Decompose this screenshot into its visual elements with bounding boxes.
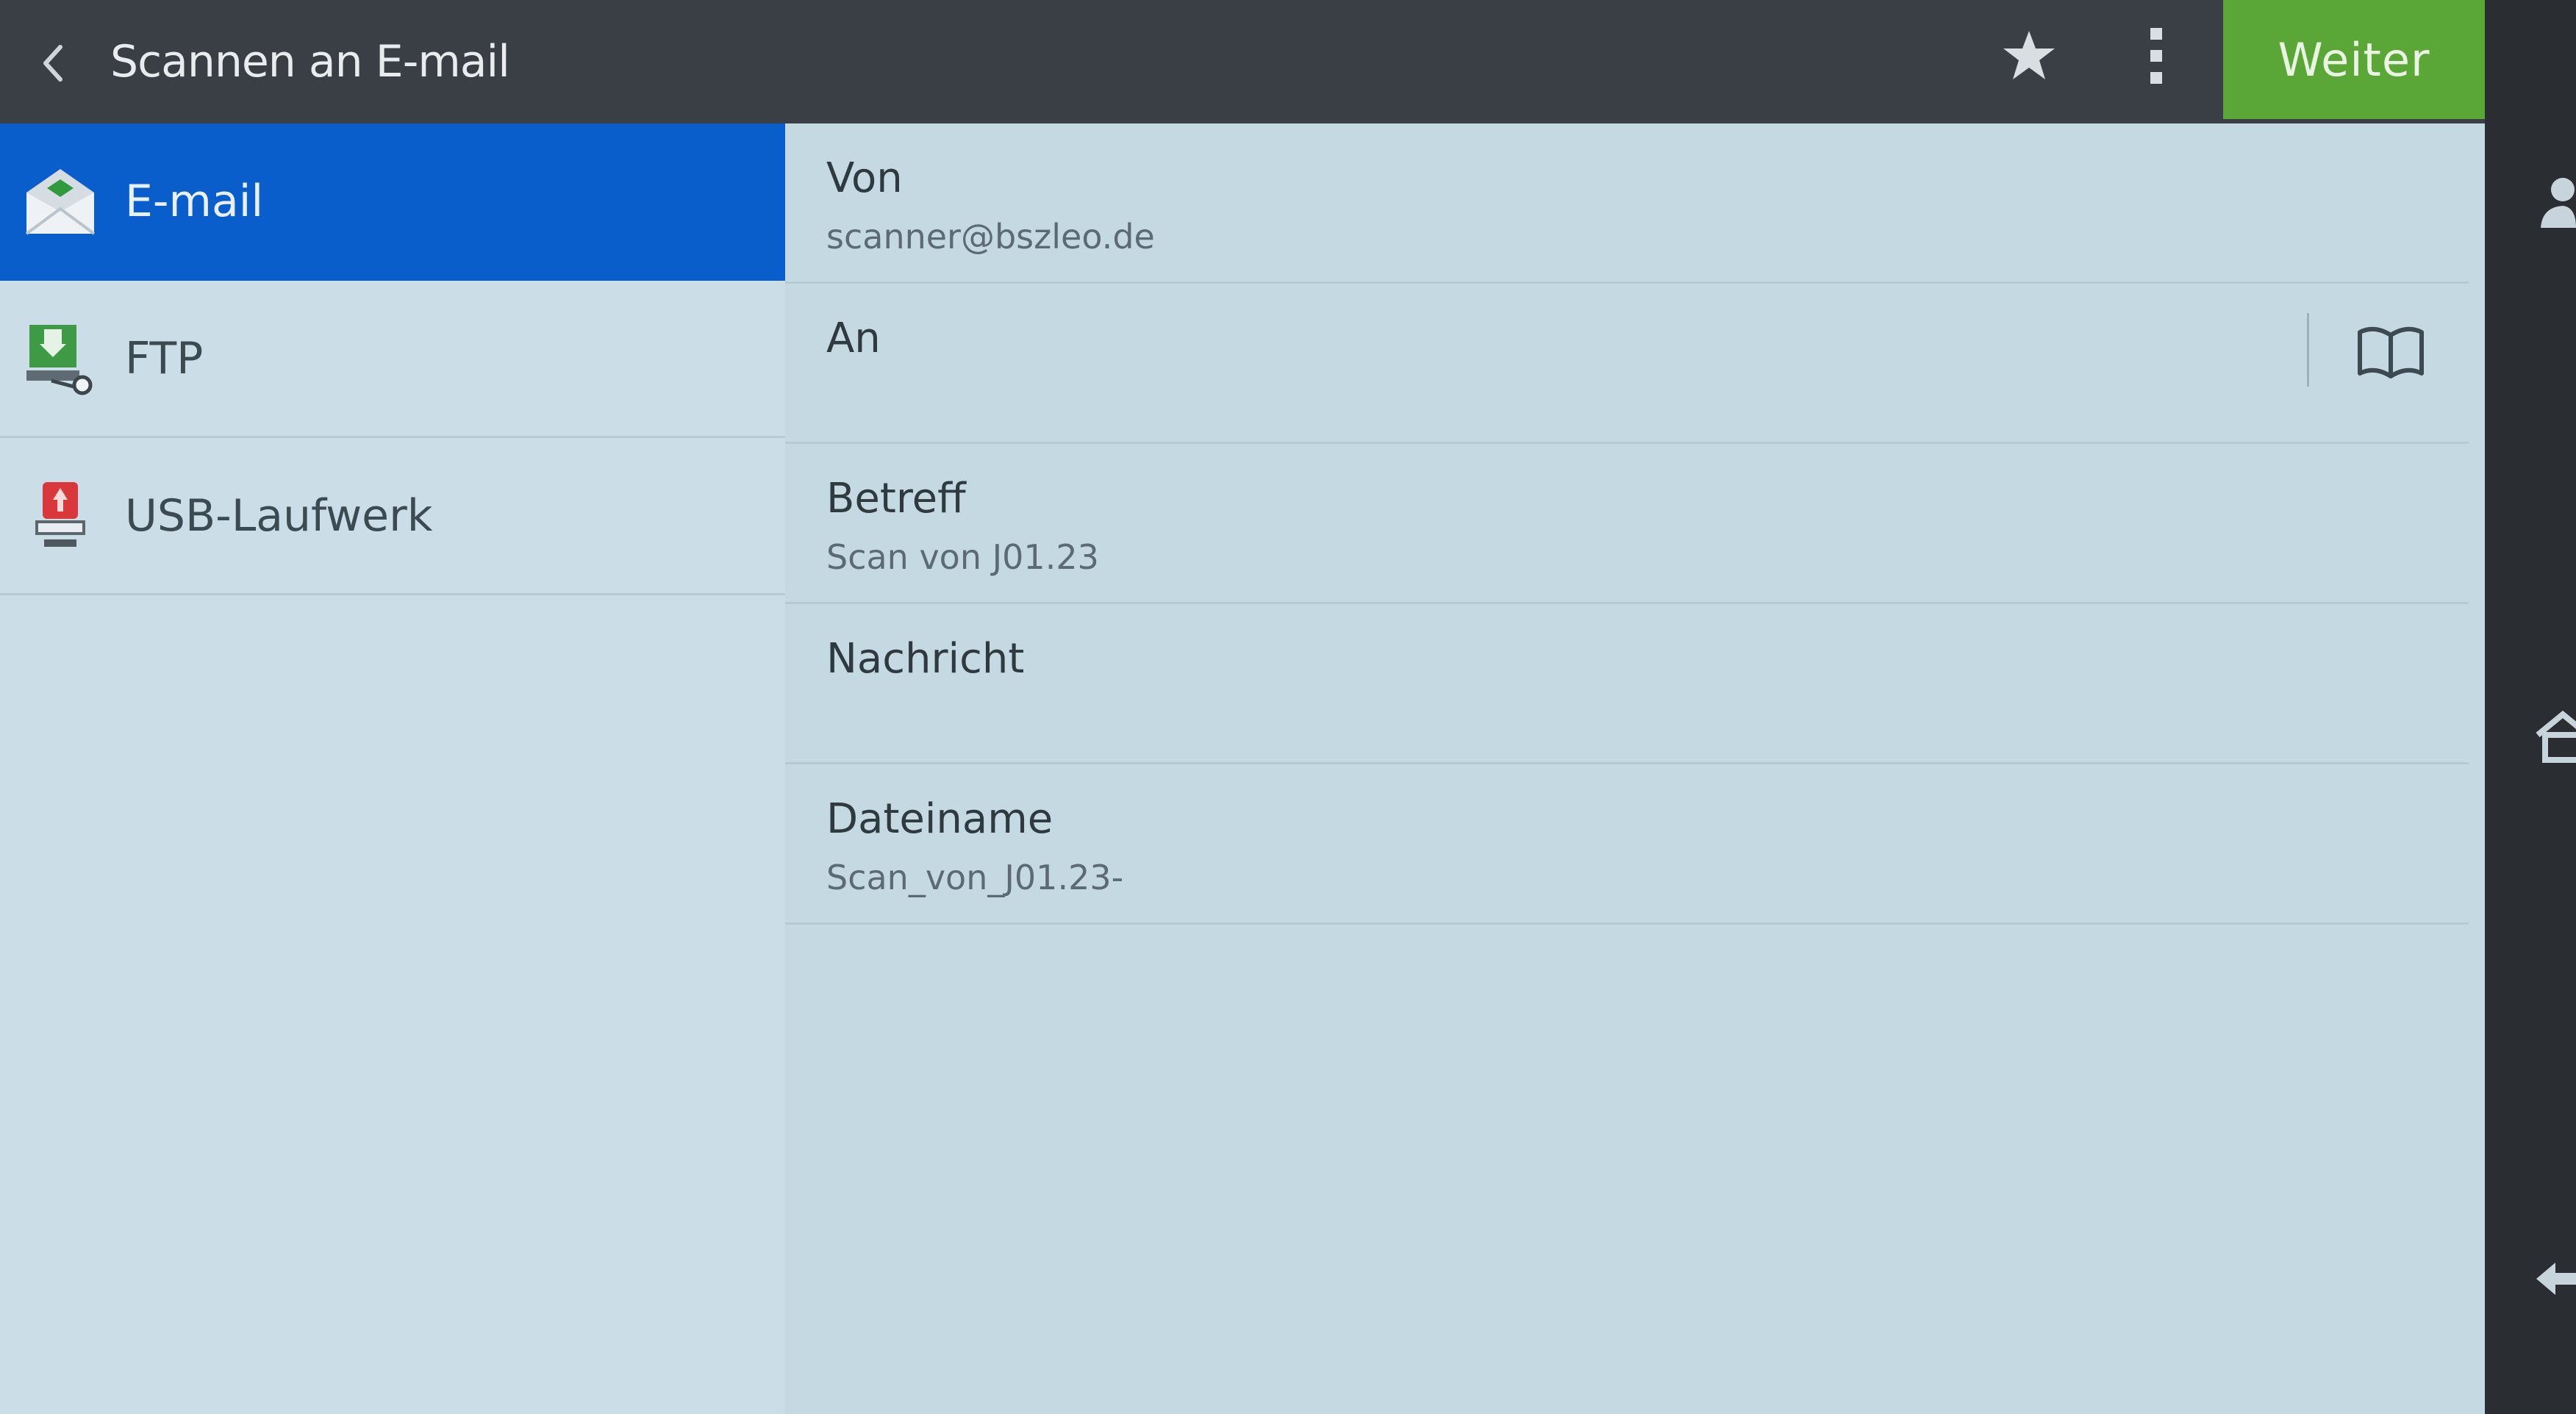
user-button[interactable]: [2533, 173, 2576, 232]
from-field[interactable]: Von scanner@bszleo.de: [785, 123, 2469, 284]
system-nav-strip: [2485, 0, 2576, 1414]
filename-value: Scan_von_J01.23-: [826, 858, 1124, 897]
favorite-button[interactable]: [2000, 26, 2058, 85]
back-arrow-icon: [43, 45, 62, 82]
ftp-server-icon: [22, 320, 99, 397]
sidebar-item-label: FTP: [125, 333, 204, 384]
subject-label: Betreff: [826, 475, 966, 523]
filename-field[interactable]: Dateiname Scan_von_J01.23-: [785, 764, 2469, 925]
message-field[interactable]: Nachricht: [785, 604, 2469, 764]
back-button[interactable]: [35, 41, 72, 85]
return-button[interactable]: [2533, 1249, 2576, 1308]
sidebar-item-ftp[interactable]: FTP: [0, 281, 785, 438]
from-label: Von: [826, 154, 903, 202]
message-label: Nachricht: [826, 635, 1025, 683]
sidebar-item-label: E-mail: [125, 176, 264, 227]
more-options-button[interactable]: [2138, 25, 2175, 87]
from-value: scanner@bszleo.de: [826, 217, 1155, 256]
address-book-button[interactable]: [2354, 319, 2427, 385]
sidebar-item-label: USB-Laufwerk: [125, 490, 433, 542]
email-form: Von scanner@bszleo.de An Betreff Scan vo…: [785, 123, 2485, 1414]
sidebar-item-usb[interactable]: USB-Laufwerk: [0, 438, 785, 595]
email-envelope-icon: [22, 163, 99, 240]
top-bar: Scannen an E-mail Weiter: [0, 0, 2485, 123]
vertical-dots-icon: [2150, 28, 2162, 84]
subject-field[interactable]: Betreff Scan von J01.23: [785, 444, 2469, 604]
home-icon: [2536, 710, 2576, 763]
user-icon: [2541, 178, 2576, 228]
to-label: An: [826, 315, 881, 362]
page-title: Scannen an E-mail: [110, 36, 510, 87]
usb-drive-icon: [22, 478, 99, 554]
filename-label: Dateiname: [826, 795, 1053, 843]
sidebar-item-email[interactable]: E-mail: [0, 123, 785, 281]
divider: [2307, 313, 2309, 387]
address-book-icon: [2358, 326, 2424, 378]
destination-sidebar: E-mail FTP USB-Laufwerk: [0, 123, 785, 1414]
next-button[interactable]: Weiter: [2223, 0, 2485, 119]
subject-value: Scan von J01.23: [826, 537, 1099, 577]
left-arrow-icon: [2536, 1263, 2576, 1295]
star-icon: [2003, 31, 2055, 79]
home-button[interactable]: [2533, 706, 2576, 764]
scan-to-email-screen: Scannen an E-mail Weiter E-mail FTP USB-…: [0, 0, 2485, 1414]
to-field[interactable]: An: [785, 284, 2469, 444]
